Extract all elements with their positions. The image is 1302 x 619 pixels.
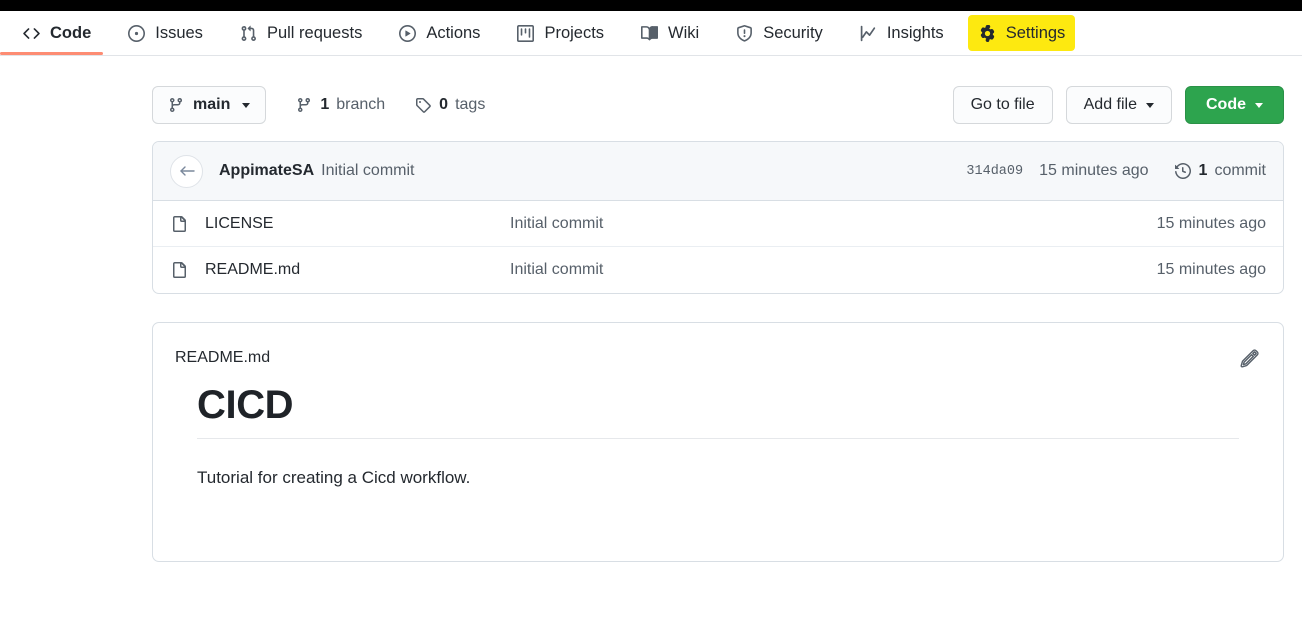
issue-icon <box>127 24 146 43</box>
commit-count-link[interactable]: 1 commit <box>1175 162 1266 180</box>
readme-box: README.md CICD Tutorial for creating a C… <box>152 322 1284 562</box>
commit-count-label: commit <box>1214 162 1266 180</box>
file-icon <box>170 216 187 232</box>
avatar[interactable] <box>170 155 203 188</box>
tab-insights[interactable]: Insights <box>845 11 958 55</box>
file-listing-box: AppimateSA Initial commit 314da09 15 min… <box>152 141 1284 294</box>
tags-link[interactable]: 0 tags <box>415 96 485 114</box>
go-to-file-label: Go to file <box>971 96 1035 114</box>
tab-wiki[interactable]: Wiki <box>626 11 713 55</box>
code-icon <box>22 24 41 43</box>
tag-count: 0 <box>439 96 448 114</box>
tab-settings-label: Settings <box>1006 25 1066 42</box>
go-to-file-button[interactable]: Go to file <box>953 86 1053 124</box>
file-time: 15 minutes ago <box>1157 261 1266 279</box>
tab-projects-label: Projects <box>544 25 604 42</box>
commit-author[interactable]: AppimateSA <box>219 162 314 180</box>
branch-count-label: branch <box>336 96 385 114</box>
branch-icon <box>296 97 313 114</box>
commit-hash[interactable]: 314da09 <box>966 164 1023 179</box>
tab-pull-requests-label: Pull requests <box>267 25 362 42</box>
tab-code-label: Code <box>50 25 91 42</box>
graph-icon <box>859 24 878 43</box>
tab-code[interactable]: Code <box>8 11 105 55</box>
history-icon <box>1175 163 1192 180</box>
tab-wiki-label: Wiki <box>668 25 699 42</box>
add-file-button[interactable]: Add file <box>1066 86 1172 124</box>
latest-commit-row: AppimateSA Initial commit 314da09 15 min… <box>153 142 1283 201</box>
edit-pencil-icon[interactable] <box>1237 346 1261 370</box>
file-commit-message[interactable]: Initial commit <box>510 261 1157 279</box>
tab-security-label: Security <box>763 25 823 42</box>
repository-nav: Code Issues Pull requests Actions Projec… <box>0 11 1302 56</box>
add-file-label: Add file <box>1084 96 1137 114</box>
book-icon <box>640 24 659 43</box>
active-tab-indicator <box>0 52 103 55</box>
chevron-down-icon <box>242 103 250 108</box>
tab-insights-label: Insights <box>887 25 944 42</box>
commit-message[interactable]: Initial commit <box>321 162 414 180</box>
branches-link[interactable]: 1 branch <box>296 96 385 114</box>
table-row[interactable]: README.md Initial commit 15 minutes ago <box>153 247 1283 293</box>
repo-toolbar: main 1 branch 0 tags Go to file Add file <box>152 77 1284 133</box>
repo-content: main 1 branch 0 tags Go to file Add file <box>152 77 1284 562</box>
readme-header: README.md <box>153 323 1283 370</box>
file-commit-message[interactable]: Initial commit <box>510 215 1157 233</box>
file-name[interactable]: LICENSE <box>205 215 510 233</box>
browser-top-bar <box>0 0 1302 11</box>
file-icon <box>170 262 187 278</box>
tab-security[interactable]: Security <box>721 11 837 55</box>
file-name[interactable]: README.md <box>205 261 510 279</box>
branch-name-label: main <box>193 96 230 114</box>
tab-issues[interactable]: Issues <box>113 11 217 55</box>
pull-request-icon <box>239 24 258 43</box>
commit-time: 15 minutes ago <box>1039 162 1148 180</box>
tab-actions[interactable]: Actions <box>384 11 494 55</box>
readme-paragraph: Tutorial for creating a Cicd workflow. <box>197 465 1239 491</box>
code-button-label: Code <box>1206 96 1246 114</box>
tab-projects[interactable]: Projects <box>502 11 618 55</box>
play-icon <box>398 24 417 43</box>
shield-icon <box>735 24 754 43</box>
commit-count-value: 1 <box>1199 162 1208 180</box>
readme-title: README.md <box>175 349 270 367</box>
gear-icon <box>978 24 997 43</box>
file-time: 15 minutes ago <box>1157 215 1266 233</box>
table-row[interactable]: LICENSE Initial commit 15 minutes ago <box>153 201 1283 247</box>
readme-body: CICD Tutorial for creating a Cicd workfl… <box>153 370 1283 491</box>
branch-selector-button[interactable]: main <box>152 86 266 124</box>
chevron-down-icon <box>1146 103 1154 108</box>
page-container: main 1 branch 0 tags Go to file Add file <box>0 77 1302 562</box>
project-icon <box>516 24 535 43</box>
branch-icon <box>168 97 185 114</box>
tab-issues-label: Issues <box>155 25 203 42</box>
tab-pull-requests[interactable]: Pull requests <box>225 11 376 55</box>
chevron-down-icon <box>1255 103 1263 108</box>
tab-settings[interactable]: Settings <box>968 15 1076 51</box>
readme-heading: CICD <box>197 382 1239 439</box>
tab-actions-label: Actions <box>426 25 480 42</box>
branch-count: 1 <box>320 96 329 114</box>
tag-count-label: tags <box>455 96 485 114</box>
tag-icon <box>415 97 432 114</box>
code-button[interactable]: Code <box>1185 86 1284 124</box>
